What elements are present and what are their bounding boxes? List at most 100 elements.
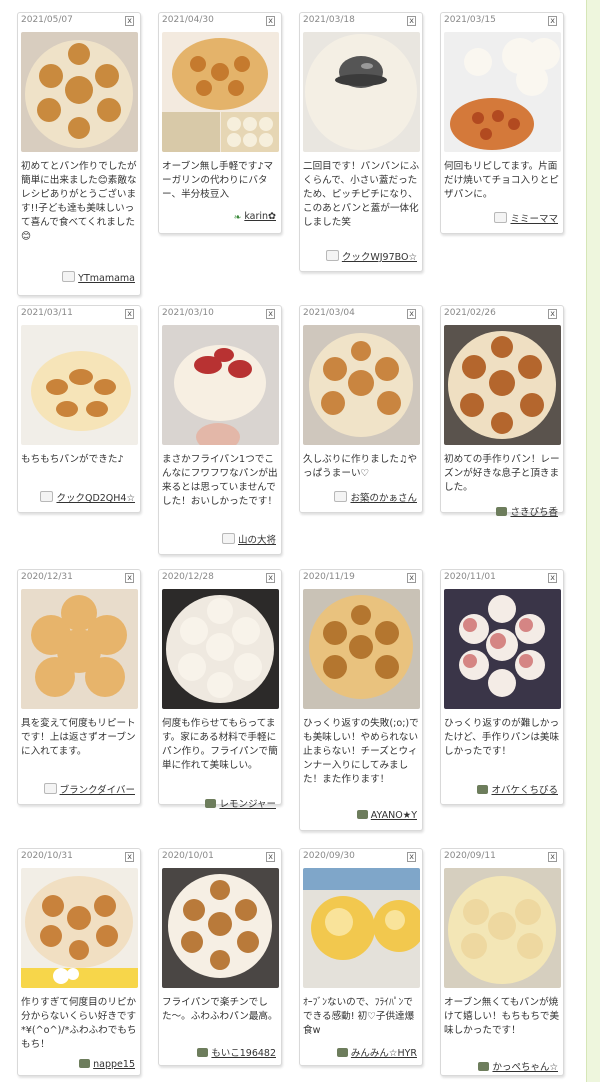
author-link[interactable]: みんみん☆HYR <box>336 1045 417 1059</box>
report-date: 2020/11/19 <box>303 572 355 582</box>
report-comment: オーブン無くてもパンが焼けて嬉しい！もちもちで美味しかったです！ <box>444 997 560 1036</box>
report-date: 2020/10/01 <box>162 851 214 861</box>
report-date: 2020/11/01 <box>444 572 496 582</box>
report-date: 2021/02/26 <box>444 308 496 318</box>
report-date: 2020/12/31 <box>21 572 73 582</box>
cup-icon <box>221 533 235 544</box>
report-photo[interactable] <box>162 868 279 988</box>
author-link[interactable]: ❧ karin✿ <box>233 211 276 223</box>
close-button[interactable]: x <box>548 16 557 26</box>
author-link[interactable]: レモンジャー <box>205 796 276 810</box>
report-comment: ひっくり返すのが難しかったけど、手作りパンは美味しかったです！ <box>444 718 560 757</box>
cup-icon <box>494 212 508 223</box>
author-name: nappe15 <box>93 1059 135 1070</box>
close-button[interactable]: x <box>266 16 275 26</box>
report-photo[interactable] <box>444 325 561 445</box>
close-button[interactable]: x <box>125 573 134 583</box>
close-button[interactable]: x <box>407 573 416 583</box>
author-link[interactable]: 山の大将 <box>221 532 276 546</box>
report-photo[interactable] <box>21 589 138 709</box>
report-card: 2020/12/28 x 何度も作らせてもらってます。家にある材料で手軽にパン作… <box>158 569 282 810</box>
report-photo[interactable] <box>21 868 138 988</box>
author-name: ブランクダイバー <box>59 785 135 796</box>
report-card: 2020/09/11 x オーブン無くてもパンが焼けて嬉しい！もちもちで美味しか… <box>440 848 564 1076</box>
report-photo[interactable] <box>162 325 279 445</box>
author-link[interactable]: クックWJ97BO☆ <box>325 249 417 263</box>
author-name: もいこ196482 <box>211 1048 276 1059</box>
report-photo[interactable] <box>162 32 279 152</box>
author-name: 山の大将 <box>237 535 276 546</box>
report-photo[interactable] <box>303 32 420 152</box>
close-button[interactable]: x <box>548 852 557 862</box>
report-comment: 初めてとパン作りでしたが簡単に出来ました😊素敵なレシピありがとうございます!!子… <box>21 161 137 242</box>
report-date: 2020/10/31 <box>21 851 73 861</box>
close-button[interactable]: x <box>125 852 134 862</box>
author-name: レモンジャー <box>219 799 276 810</box>
report-photo[interactable] <box>444 868 561 988</box>
report-comment: オーブン無し手軽です♪マーガリンの代わりにバター、半分枝豆入 <box>162 161 274 200</box>
author-link[interactable]: クックQD2QH4☆ <box>40 490 135 504</box>
report-photo[interactable] <box>21 325 138 445</box>
report-date: 2021/03/15 <box>444 15 496 25</box>
report-card: 2021/04/30 x オーブン無し手軽です♪マーガリンの代わりにバター、半分… <box>158 12 282 234</box>
cup-icon <box>43 783 57 794</box>
report-photo[interactable] <box>162 589 279 709</box>
author-link[interactable]: さきぴち香 <box>496 504 558 518</box>
report-card: 2021/02/26 x 初めての手作りパン！レーズンが好きな息子と頂きました。… <box>440 305 564 518</box>
author-name: クックWJ97BO☆ <box>341 252 417 263</box>
report-photo[interactable] <box>303 868 420 988</box>
report-photo[interactable] <box>444 589 561 709</box>
author-name: みんみん☆HYR <box>350 1048 417 1059</box>
report-photo[interactable] <box>21 32 138 152</box>
close-button[interactable]: x <box>266 309 275 319</box>
author-link[interactable]: ミミーママ <box>494 211 558 225</box>
cup-icon <box>40 491 54 502</box>
report-photo[interactable] <box>303 325 420 445</box>
close-button[interactable]: x <box>266 573 275 583</box>
report-date: 2021/05/07 <box>21 15 73 25</box>
report-comment: ｵｰﾌﾞﾝないので、ﾌﾗｲﾊﾟﾝでできる感動! 初♡子供達爆食w <box>303 997 415 1036</box>
author-link[interactable]: ブランクダイバー <box>43 782 135 796</box>
close-button[interactable]: x <box>407 309 416 319</box>
close-button[interactable]: x <box>266 852 275 862</box>
close-button[interactable]: x <box>407 852 416 862</box>
report-card: 2021/05/07 x 初めてとパン作りでしたが簡単に出来ました😊素敵なレシピ… <box>17 12 141 296</box>
close-button[interactable]: x <box>548 573 557 583</box>
report-photo[interactable] <box>303 589 420 709</box>
report-photo[interactable] <box>444 32 561 152</box>
report-card: 2021/03/04 x 久しぶりに作りました♫やっぱうまーい♡ お築のかぁさん <box>299 305 423 513</box>
report-card: 2020/10/31 x 作りすぎて何度目のリピか分からないくらい好きです*¥(… <box>17 848 141 1076</box>
report-date: 2020/09/11 <box>444 851 496 861</box>
report-comment: 何回もリピしてます。片面だけ焼いてチョコ入りとピザパンに。 <box>444 161 559 200</box>
author-link[interactable]: YTmamama <box>62 271 135 284</box>
close-button[interactable]: x <box>407 16 416 26</box>
author-link[interactable]: nappe15 <box>79 1059 135 1070</box>
report-comment: フライパンで楽チンでした〜。ふわふわパン最高。 <box>162 997 278 1022</box>
author-link[interactable]: オバケくちびる <box>477 782 558 796</box>
leaf-icon: ❧ <box>233 213 242 223</box>
cup-icon <box>62 271 76 282</box>
author-name: お築のかぁさん <box>350 493 417 504</box>
author-link[interactable]: かっぺちゃん☆ <box>478 1059 558 1073</box>
report-comment: 久しぶりに作りました♫やっぱうまーい♡ <box>303 454 418 479</box>
close-button[interactable]: x <box>125 309 134 319</box>
author-name: かっぺちゃん☆ <box>492 1062 558 1073</box>
report-card: 2020/11/01 x ひっくり返すのが難しかったけど、手作りパンは美味しかっ… <box>440 569 564 805</box>
avatar-photo-icon <box>356 810 368 819</box>
report-card: 2020/12/31 x 具を変えて何度もリピートです！上は返さずオーブンに入れ… <box>17 569 141 805</box>
close-button[interactable]: x <box>548 309 557 319</box>
cup-icon <box>325 250 339 261</box>
avatar-photo-icon <box>79 1059 91 1068</box>
report-card: 2020/10/01 x フライパンで楽チンでした〜。ふわふわパン最高。 もいこ… <box>158 848 282 1066</box>
report-date: 2021/03/04 <box>303 308 355 318</box>
report-date: 2021/03/10 <box>162 308 214 318</box>
author-name: AYANO★Y <box>370 810 417 821</box>
avatar-photo-icon <box>477 785 489 794</box>
author-link[interactable]: もいこ196482 <box>197 1045 276 1059</box>
author-link[interactable]: お築のかぁさん <box>334 490 417 504</box>
avatar-photo-icon <box>478 1062 490 1071</box>
report-comment: 二回目です！パンパンにふくらんで、小さい蓋だったため、ピッチピチになり、このあと… <box>303 161 420 228</box>
author-name: オバケくちびる <box>491 785 558 796</box>
close-button[interactable]: x <box>125 16 134 26</box>
author-link[interactable]: AYANO★Y <box>356 810 417 821</box>
